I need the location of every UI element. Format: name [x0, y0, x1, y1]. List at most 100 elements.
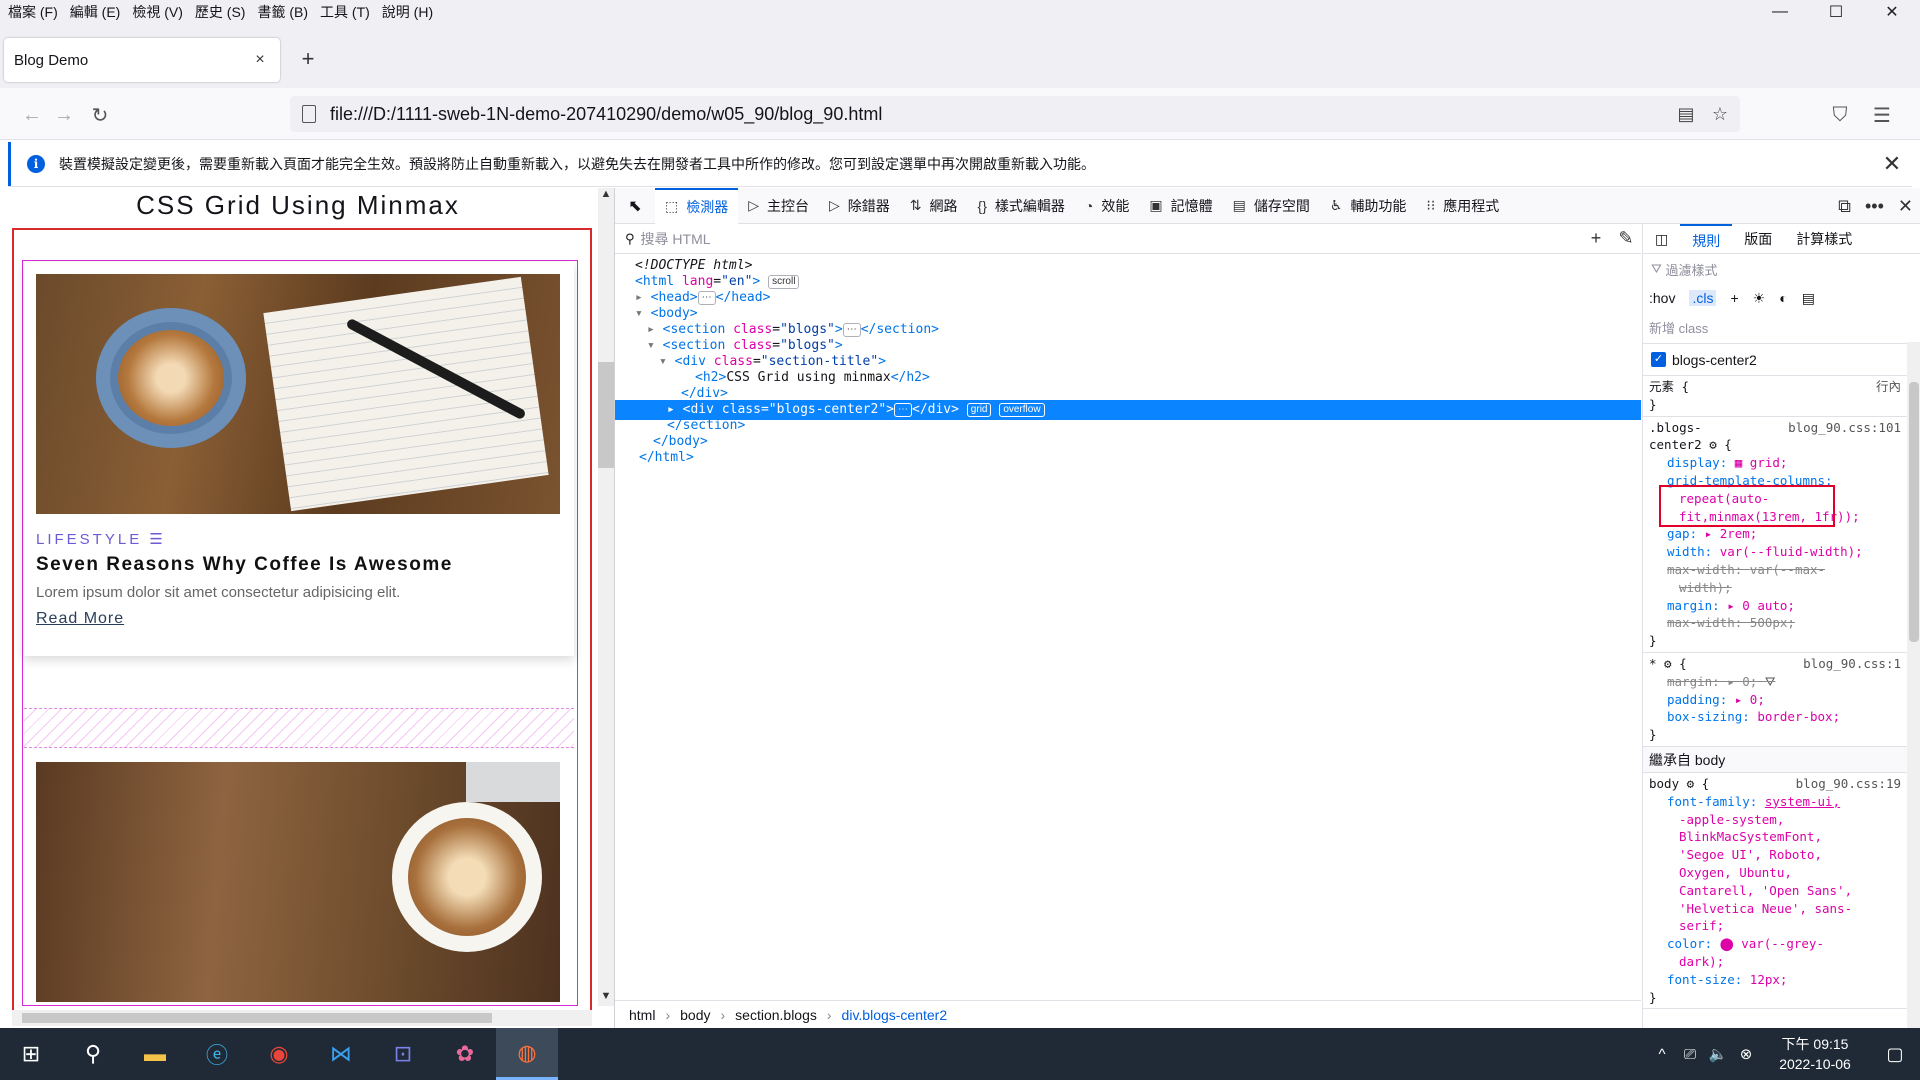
scroll-thumb[interactable] — [598, 362, 614, 468]
checkbox-checked-icon[interactable]: ✓ — [1651, 352, 1666, 367]
pocket-icon[interactable]: ⛉ — [1826, 101, 1854, 129]
css-property-cont[interactable]: serif; — [1649, 917, 1920, 935]
prop-value[interactable]: BlinkMacSystemFont, — [1679, 829, 1822, 844]
edge-icon[interactable]: ⓔ — [186, 1028, 248, 1080]
firefox-icon[interactable]: ◍ — [496, 1028, 558, 1080]
file-explorer-icon[interactable]: ▬ — [124, 1028, 186, 1080]
tab-style-editor[interactable]: {} 樣式編輯器 — [968, 188, 1075, 224]
css-property-cont[interactable]: 'Segoe UI', Roboto, — [1649, 846, 1920, 864]
devtools-more-icon[interactable]: ••• — [1865, 196, 1884, 217]
tab-debugger[interactable]: ▷ 除錯器 — [819, 188, 900, 224]
add-node-icon[interactable]: + — [1581, 228, 1611, 249]
css-property-cont[interactable]: BlinkMacSystemFont, — [1649, 828, 1920, 846]
class-toggle-row[interactable]: ✓ blogs-center2 — [1643, 344, 1920, 376]
menu-tools[interactable]: 工具 (T) — [320, 2, 370, 22]
prop-value[interactable]: ▸ 0; — [1727, 674, 1757, 689]
filter-styles-input[interactable]: 過濾樣式 — [1666, 260, 1718, 279]
css-property-cont[interactable]: dark); — [1649, 953, 1920, 971]
status-icon[interactable]: ⊗ — [1732, 1045, 1760, 1063]
expanded-arrow-icon[interactable]: ▾ — [647, 338, 663, 353]
filter-styles[interactable]: ⛛ 過濾樣式 — [1643, 254, 1920, 284]
breadcrumb-section[interactable]: section.blogs — [735, 1007, 817, 1023]
rule-source-link[interactable]: blog_90.css:101 — [1788, 419, 1901, 437]
prop-value[interactable]: border-box; — [1757, 709, 1840, 724]
markup-line[interactable]: </html> — [615, 448, 1641, 468]
prop-value[interactable]: 12px; — [1750, 972, 1788, 987]
network-icon[interactable]: ⎚ — [1676, 1046, 1704, 1063]
css-property-cont[interactable]: Cantarell, 'Open Sans', — [1649, 882, 1920, 900]
css-property-overridden[interactable]: max-width: 500px; — [1649, 614, 1920, 632]
page-horizontal-scrollbar[interactable] — [12, 1010, 592, 1026]
css-property[interactable]: gap: ▸ 2rem; — [1649, 525, 1920, 543]
menu-help[interactable]: 說明 (H) — [382, 2, 433, 22]
css-property[interactable]: box-sizing: border-box; — [1649, 708, 1920, 726]
maximize-button[interactable]: ☐ — [1808, 0, 1864, 24]
css-property-overridden[interactable]: margin: ▸ 0; ⛛ — [1649, 673, 1920, 691]
read-more-link[interactable]: Read More — [36, 610, 124, 628]
tab-accessibility[interactable]: ♿ 輔助功能 — [1320, 188, 1417, 224]
prop-value[interactable]: 'Segoe UI', Roboto, — [1679, 847, 1822, 862]
hscroll-thumb[interactable] — [22, 1013, 492, 1023]
menu-bookmarks[interactable]: 書籤 (B) — [257, 2, 308, 22]
tab-console[interactable]: ▷ 主控台 — [738, 188, 819, 224]
overflow-badge[interactable]: overflow — [999, 402, 1045, 417]
rules-scrollbar[interactable] — [1907, 342, 1920, 1028]
devtools-close-icon[interactable]: ✕ — [1898, 196, 1913, 217]
reader-view-icon[interactable]: ▤ — [1672, 100, 1700, 128]
cls-toggle[interactable]: .cls — [1689, 290, 1717, 306]
collapsed-arrow-icon[interactable]: ▸ — [647, 322, 663, 337]
scroll-down-icon[interactable]: ▼ — [598, 990, 614, 1002]
prop-value[interactable]: 'Helvetica Neue', sans- — [1679, 901, 1852, 916]
css-property[interactable]: font-size: 12px; — [1649, 971, 1920, 989]
prop-value[interactable]: system-ui, — [1765, 794, 1840, 809]
tab-application[interactable]: ⁝⁝ 應用程式 — [1416, 188, 1509, 224]
css-property[interactable]: display: ▦ grid; — [1649, 454, 1920, 472]
teams-icon[interactable]: ⊡ — [372, 1028, 434, 1080]
css-property[interactable]: width: var(--fluid-width); — [1649, 543, 1920, 561]
ellipsis-badge[interactable]: ⋯ — [697, 290, 716, 305]
breadcrumb-div[interactable]: div.blogs-center2 — [842, 1007, 948, 1023]
expanded-arrow-icon[interactable]: ▾ — [635, 306, 651, 321]
prop-value[interactable]: ▸ 2rem; — [1705, 526, 1758, 541]
prop-value[interactable]: serif; — [1679, 918, 1724, 933]
chrome-icon[interactable]: ◉ — [248, 1028, 310, 1080]
snip-icon[interactable]: ✿ — [434, 1028, 496, 1080]
prop-value[interactable]: ▸ 0; — [1735, 692, 1765, 707]
element-picker-icon[interactable]: ⬉ — [615, 188, 655, 224]
tab-close-icon[interactable]: × — [250, 51, 270, 69]
page-vertical-scrollbar[interactable]: ▲ ▼ — [598, 188, 614, 1006]
eyedropper-icon[interactable]: ✎ — [1611, 228, 1641, 249]
rules-scroll-thumb[interactable] — [1909, 382, 1919, 642]
css-property-cont[interactable]: width); — [1649, 579, 1920, 597]
vscode-icon[interactable]: ⋈ — [310, 1028, 372, 1080]
tray-expand-icon[interactable]: ^ — [1648, 1046, 1676, 1063]
tab-computed[interactable]: 計算樣式 — [1784, 224, 1864, 254]
responsive-design-icon[interactable]: ⧉ — [1838, 196, 1851, 217]
tab-inspector[interactable]: ⬚ 檢測器 — [655, 187, 739, 224]
close-window-button[interactable]: ✕ — [1864, 0, 1920, 24]
url-bar[interactable]: file:///D:/1111-sweb-1N-demo-207410290/d… — [290, 96, 1740, 132]
volume-icon[interactable]: 🔈 — [1704, 1045, 1732, 1063]
css-property-overridden[interactable]: max-width: var(--max- — [1649, 561, 1920, 579]
add-rule-icon[interactable]: + — [1730, 290, 1738, 306]
css-property[interactable]: font-family: system-ui, — [1649, 793, 1920, 811]
css-property-cont[interactable]: Oxygen, Ubuntu, — [1649, 864, 1920, 882]
prop-value[interactable]: var(--fluid-width); — [1720, 544, 1863, 559]
prop-value[interactable]: -apple-system, — [1679, 812, 1784, 827]
reload-button[interactable]: ↻ — [86, 101, 114, 129]
prop-value[interactable]: width); — [1679, 580, 1732, 595]
tab-performance[interactable]: ◔ 效能 — [1075, 188, 1139, 224]
url-text[interactable]: file:///D:/1111-sweb-1N-demo-207410290/d… — [330, 104, 1672, 125]
forward-button[interactable]: → — [50, 101, 78, 129]
tab-blog-demo[interactable]: Blog Demo × — [4, 38, 280, 82]
tab-storage[interactable]: ▤ 儲存空間 — [1223, 188, 1320, 224]
expanded-arrow-icon[interactable]: ▾ — [659, 354, 675, 369]
prop-value[interactable]: 500px; — [1750, 615, 1795, 630]
rule-source-link[interactable]: blog_90.css:19 — [1796, 775, 1901, 793]
filter-icon[interactable]: ⛛ — [1765, 674, 1776, 689]
rule-source-link[interactable]: blog_90.css:1 — [1803, 655, 1901, 673]
prop-value[interactable]: Oxygen, Ubuntu, — [1679, 865, 1792, 880]
new-class-input[interactable]: 新增 class — [1643, 312, 1920, 344]
bookmark-star-icon[interactable]: ☆ — [1706, 100, 1734, 128]
search-icon[interactable]: ⚲ — [62, 1028, 124, 1080]
